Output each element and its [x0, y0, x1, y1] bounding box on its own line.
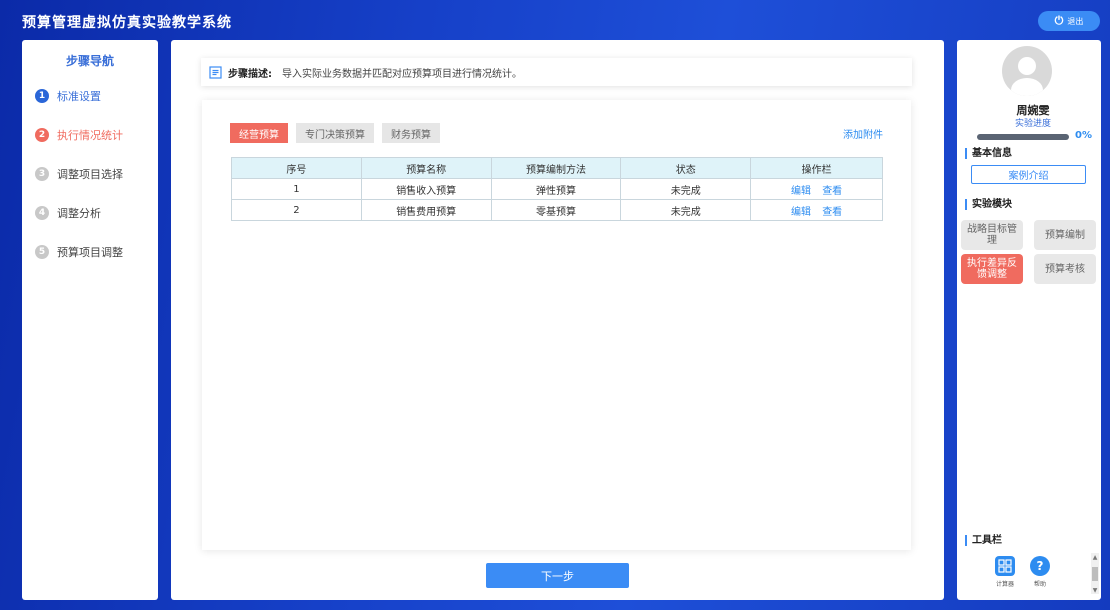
step-number-3: 3 [35, 167, 49, 181]
progress-label: 实验进度 [1014, 119, 1051, 129]
step-navigation-title: 步骤导航 [65, 54, 114, 68]
nav-item-label: 执行情况统计 [57, 129, 123, 142]
progress-bar [977, 134, 1069, 140]
table-row: 1 销售收入预算 弹性预算 未完成 编辑 查看 [231, 178, 883, 200]
edit-link[interactable]: 编辑 [791, 207, 811, 218]
case-intro-button[interactable]: 案例介绍 [971, 165, 1086, 184]
budget-method: 弹性预算 [490, 178, 622, 200]
section-tools: 工具栏 [965, 535, 1002, 546]
table-row: 2 销售费用预算 零基预算 未完成 编辑 查看 [231, 199, 883, 221]
nav-item-budget-adjust[interactable]: 5 预算项目调整 [35, 244, 123, 260]
step-description-bar: 步骤描述: 导入实际业务数据并匹配对应预算项目进行情况统计。 [201, 58, 912, 86]
step-navigation-panel: 步骤导航 1 标准设置 2 执行情况统计 3 调整项目选择 4 调整分析 5 预… [22, 40, 158, 600]
step-description-text: 导入实际业务数据并匹配对应预算项目进行情况统计。 [282, 68, 522, 80]
scroll-thumb[interactable] [1092, 567, 1098, 581]
budget-tabs: 经营预算 专门决策预算 财务预算 [230, 123, 440, 143]
module-budget-assessment[interactable]: 预算考核 [1034, 254, 1096, 284]
nav-item-label: 预算项目调整 [57, 246, 123, 259]
budget-name: 销售费用预算 [360, 199, 492, 221]
calculator-tool[interactable]: 计算器 [995, 556, 1015, 588]
tab-special-decision-budget[interactable]: 专门决策预算 [296, 123, 374, 143]
power-icon: ⏻ [1054, 14, 1064, 27]
module-budget-preparation[interactable]: 预算编制 [1034, 220, 1096, 250]
nav-item-adjust-analysis[interactable]: 4 调整分析 [35, 205, 101, 221]
user-info-panel: 周婉雯 实验进度 0% 基本信息 案例介绍 实验模块 战略目标管理 预算编制 执… [957, 40, 1101, 600]
module-strategy-goal[interactable]: 战略目标管理 [961, 220, 1023, 250]
tab-financial-budget[interactable]: 财务预算 [382, 123, 440, 143]
row-actions: 编辑 查看 [750, 199, 883, 221]
tools-scrollbar[interactable]: ▲ ▼ [1091, 553, 1099, 594]
main-panel: 步骤描述: 导入实际业务数据并匹配对应预算项目进行情况统计。 经营预算 专门决策… [171, 40, 944, 600]
progress-value: 0% [1075, 130, 1092, 141]
budget-status: 未完成 [620, 199, 752, 221]
row-index: 2 [231, 199, 362, 221]
step-number-1: 1 [35, 89, 49, 103]
column-header: 序号 [231, 157, 362, 179]
edit-link[interactable]: 编辑 [791, 186, 811, 197]
table-header-row: 序号 预算名称 预算编制方法 状态 操作栏 [231, 157, 883, 179]
document-icon [209, 65, 222, 79]
budget-method: 零基预算 [490, 199, 622, 221]
nav-item-label: 调整项目选择 [57, 168, 123, 181]
budget-table: 序号 预算名称 预算编制方法 状态 操作栏 1 销售收入预算 弹性预算 未完成 … [231, 157, 883, 221]
nav-item-label: 标准设置 [57, 90, 101, 103]
calculator-icon [995, 556, 1015, 576]
section-modules: 实验模块 [965, 199, 1012, 210]
logout-label: 退出 [1067, 16, 1084, 26]
row-actions: 编辑 查看 [750, 178, 883, 200]
tool-label: 计算器 [995, 581, 1014, 588]
step-number-5: 5 [35, 245, 49, 259]
add-attachment-link[interactable]: 添加附件 [843, 126, 883, 141]
user-silhouette-icon [1011, 57, 1043, 96]
tool-label: 帮助 [1033, 581, 1046, 588]
logout-button[interactable]: ⏻ 退出 [1038, 11, 1100, 31]
column-header: 预算编制方法 [490, 157, 622, 179]
help-tool[interactable]: ? 帮助 [1030, 556, 1050, 588]
next-step-button[interactable]: 下一步 [486, 563, 629, 588]
budget-name: 销售收入预算 [360, 178, 492, 200]
content-card: 经营预算 专门决策预算 财务预算 添加附件 序号 预算名称 预算编制方法 状态 … [202, 100, 911, 550]
view-link[interactable]: 查看 [822, 207, 842, 218]
row-index: 1 [231, 178, 362, 200]
app-header: 预算管理虚拟仿真实验教学系统 ⏻ 退出 [0, 0, 1110, 40]
column-header: 预算名称 [360, 157, 492, 179]
scroll-down-icon[interactable]: ▼ [1091, 586, 1099, 594]
tab-operating-budget[interactable]: 经营预算 [230, 123, 288, 143]
nav-item-adjust-item-select[interactable]: 3 调整项目选择 [35, 166, 123, 182]
nav-item-label: 调整分析 [57, 207, 101, 220]
column-header: 操作栏 [750, 157, 883, 179]
view-link[interactable]: 查看 [822, 186, 842, 197]
nav-item-standard-setting[interactable]: 1 标准设置 [35, 88, 101, 104]
app-title: 预算管理虚拟仿真实验教学系统 [22, 15, 232, 31]
step-number-4: 4 [35, 206, 49, 220]
avatar [1002, 46, 1052, 96]
step-description-label: 步骤描述: [228, 68, 272, 80]
nav-item-execution-statistics[interactable]: 2 执行情况统计 [35, 127, 123, 143]
help-icon: ? [1030, 556, 1050, 576]
step-number-2: 2 [35, 128, 49, 142]
section-basic-info: 基本信息 [965, 148, 1012, 159]
module-execution-feedback[interactable]: 执行差异反馈调整 [961, 254, 1023, 284]
budget-status: 未完成 [620, 178, 752, 200]
column-header: 状态 [620, 157, 752, 179]
scroll-up-icon[interactable]: ▲ [1091, 553, 1099, 561]
